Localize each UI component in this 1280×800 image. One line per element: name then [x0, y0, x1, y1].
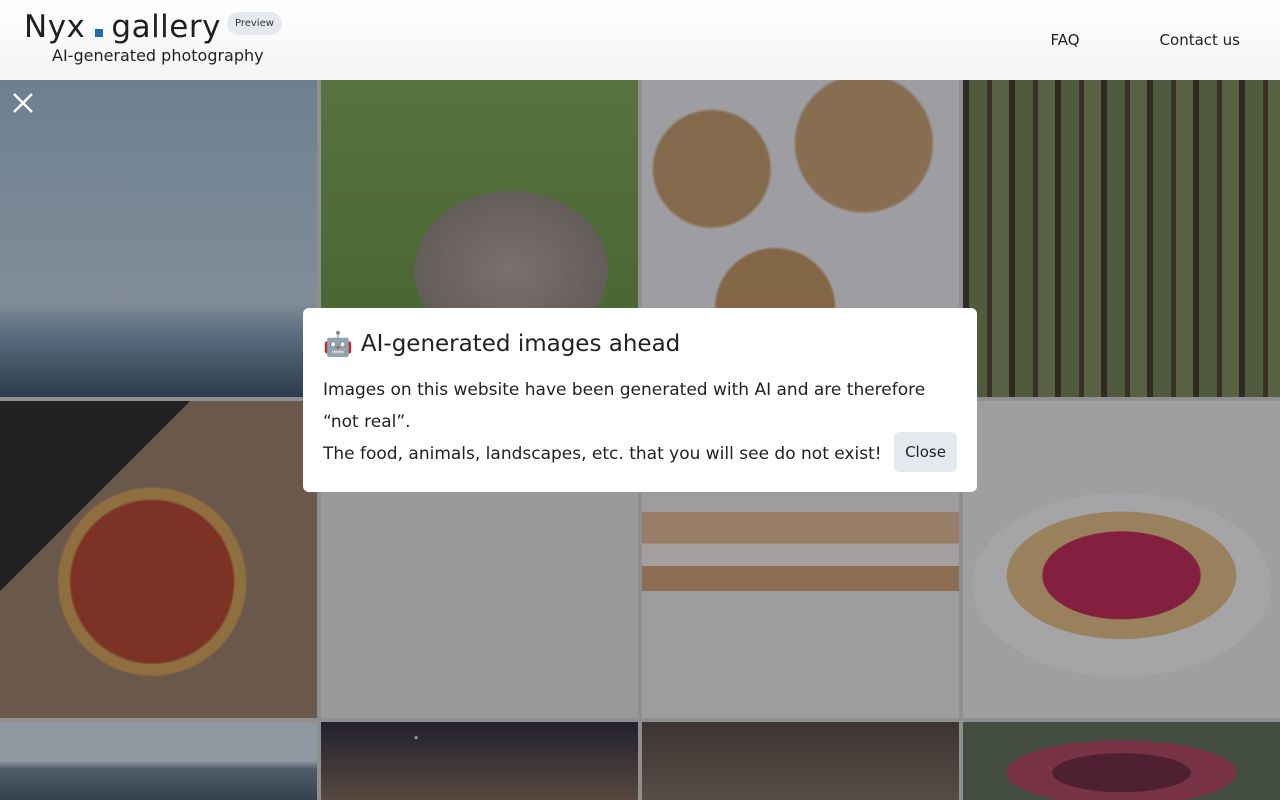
tagline: AI-generated photography — [52, 46, 264, 65]
modal-text-line-2: The food, animals, landscapes, etc. that… — [323, 444, 882, 464]
logo[interactable]: Nyx gallery Preview AI-generated photogr… — [24, 8, 282, 66]
close-icon[interactable] — [10, 90, 36, 116]
modal-header: 🤖 AI-generated images ahead — [323, 328, 957, 360]
modal-text-line-1: Images on this website have been generat… — [323, 380, 926, 432]
logo-nyx: Nyx — [24, 9, 86, 45]
site-header: Nyx gallery Preview AI-generated photogr… — [0, 0, 1280, 80]
nav-contact[interactable]: Contact us — [1160, 30, 1240, 50]
logo-row: Nyx gallery Preview — [24, 8, 282, 46]
close-button[interactable]: Close — [894, 432, 957, 472]
ai-warning-modal: 🤖 AI-generated images ahead Images on th… — [303, 308, 977, 492]
logo-dot — [95, 29, 104, 37]
top-nav: FAQ Contact us — [1050, 30, 1240, 50]
modal-body: Images on this website have been generat… — [323, 374, 957, 470]
preview-badge: Preview — [226, 11, 282, 35]
modal-title: AI-generated images ahead — [360, 331, 681, 357]
robot-icon: 🤖 — [323, 330, 353, 358]
nav-faq[interactable]: FAQ — [1050, 30, 1079, 50]
logo-gallery: gallery — [111, 9, 221, 45]
modal-footer: Close — [894, 432, 957, 472]
